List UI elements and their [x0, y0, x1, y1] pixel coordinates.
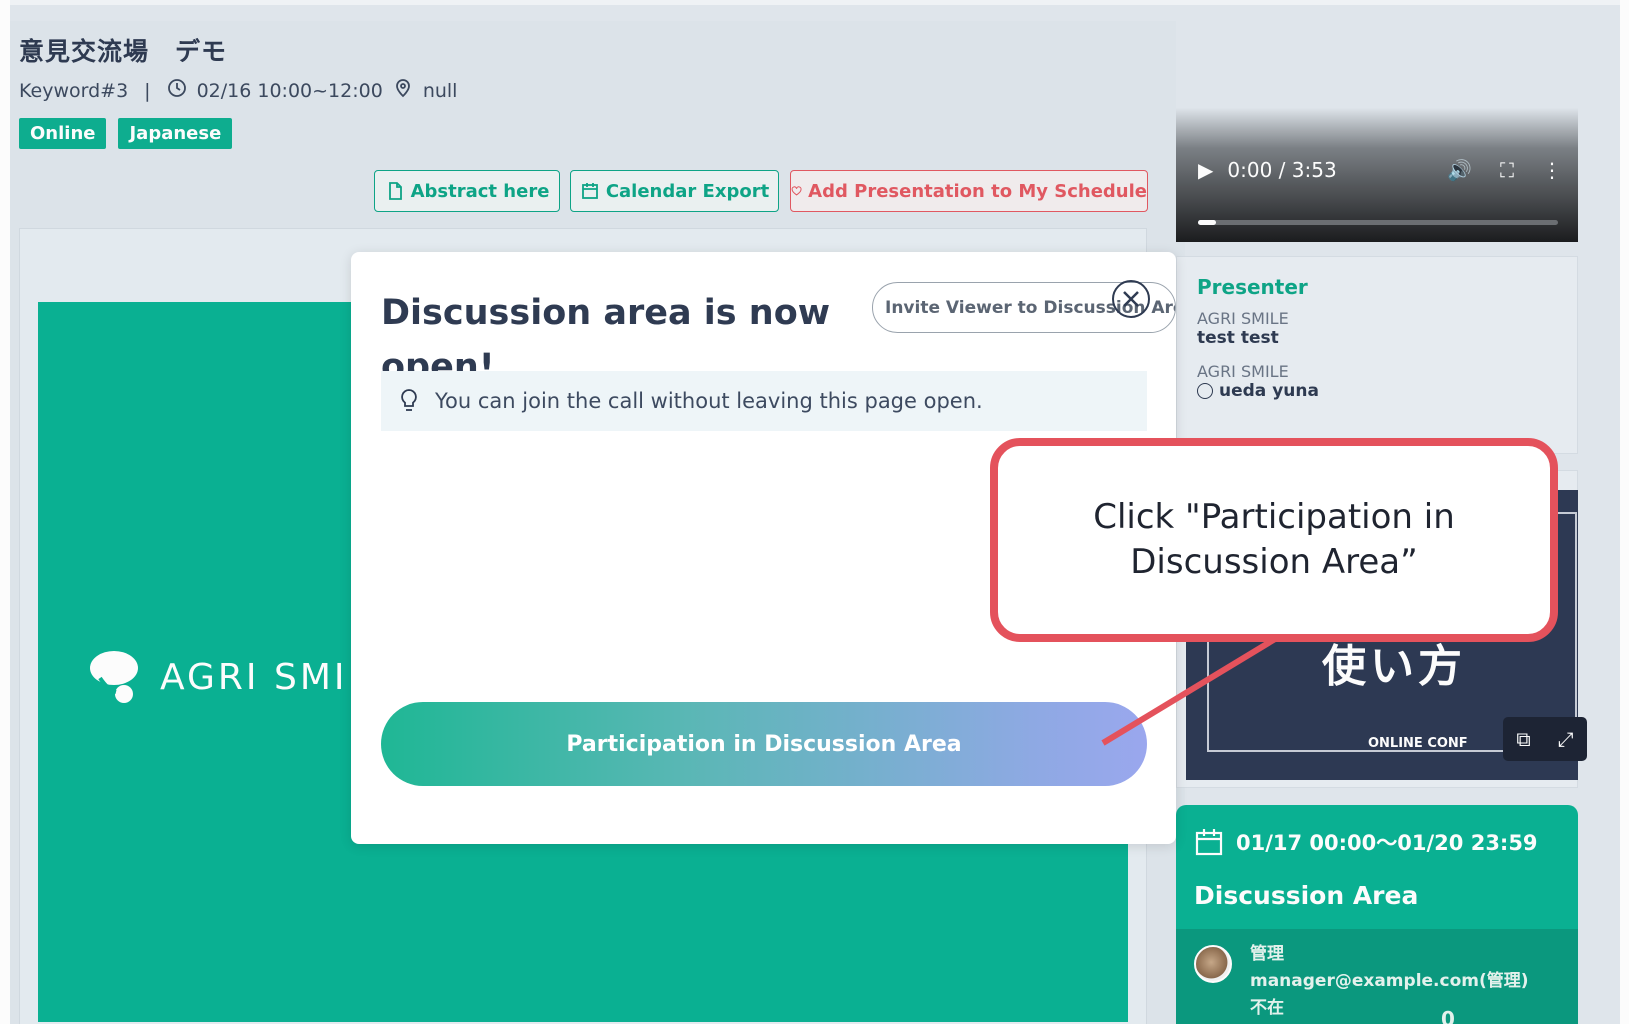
close-icon[interactable]	[1112, 280, 1150, 318]
callout-text: Click "Participation in Discussion Area”	[1093, 497, 1455, 582]
hint-text: You can join the call without leaving th…	[435, 389, 983, 413]
abstract-button[interactable]: Abstract here	[374, 170, 560, 212]
expand-icon[interactable]: ⤢	[1558, 727, 1574, 751]
thumbnail-controls: ⧉ ⤢	[1503, 717, 1587, 761]
presenter-name: ueda yuna	[1197, 381, 1557, 401]
participation-in-discussion-area-button[interactable]: Participation in Discussion Area	[381, 702, 1147, 786]
join-button-label: Participation in Discussion Area	[566, 731, 962, 757]
meta-separator: |	[144, 79, 151, 102]
document-icon	[388, 182, 402, 200]
clock-icon	[167, 78, 187, 103]
presenter-status-icon	[1197, 383, 1213, 399]
add-to-schedule-label: Add Presentation to My Schedule	[808, 180, 1147, 202]
calendar-export-button[interactable]: Calendar Export	[570, 170, 779, 212]
lightbulb-icon	[401, 389, 417, 411]
discussion-area-card[interactable]: 01/17 00:00〜01/20 23:59 Discussion Area …	[1176, 805, 1578, 1024]
video-player[interactable]: ▶ 0:00 / 3:53 🔊 ⛶ ⋮	[1176, 18, 1578, 242]
picture-in-picture-icon[interactable]: ⧉	[1516, 727, 1530, 751]
instruction-callout: Click "Participation in Discussion Area”	[990, 438, 1558, 642]
session-tags: Online Japanese	[19, 118, 233, 149]
heart-icon	[791, 186, 802, 196]
location-pin-icon	[393, 78, 413, 103]
session-datetime: 02/16 10:00~12:00	[196, 79, 383, 102]
video-progress-bar[interactable]	[1198, 220, 1558, 225]
presenter-heading: Presenter	[1197, 275, 1308, 299]
more-options-icon[interactable]: ⋮	[1542, 158, 1562, 182]
presenter-name-text: ueda yuna	[1219, 381, 1319, 401]
discussion-participant: 管理 manager@example.com(管理)不在 0	[1176, 929, 1578, 1024]
avatar	[1194, 945, 1232, 983]
tag-online: Online	[19, 118, 107, 149]
discussion-period: 01/17 00:00〜01/20 23:59	[1194, 827, 1538, 857]
play-icon[interactable]: ▶	[1198, 158, 1213, 182]
tag-language: Japanese	[118, 118, 233, 149]
session-location: null	[422, 79, 458, 102]
participant-count: 0	[1441, 1007, 1455, 1024]
discussion-area-title: Discussion Area	[1194, 881, 1419, 910]
video-time: 0:00 / 3:53	[1227, 158, 1337, 182]
calendar-icon	[1195, 829, 1223, 856]
agri-smile-logo: AGRI SMI	[86, 648, 348, 706]
presenter-card: Presenter AGRI SMILE test test AGRI SMIL…	[1176, 256, 1578, 454]
presenter-org: AGRI SMILE	[1197, 309, 1289, 328]
keyword-label: Keyword#3	[19, 79, 129, 102]
leaf-logo-icon	[90, 651, 138, 703]
calendar-export-label: Calendar Export	[605, 180, 770, 202]
session-meta: Keyword#3 | 02/16 10:00~12:00 null	[19, 78, 457, 103]
presenter-name: test test	[1197, 328, 1557, 348]
presenter-name-text: test test	[1197, 328, 1279, 348]
calendar-icon	[581, 183, 598, 199]
participant-name: 管理 manager@example.com(管理)不在	[1250, 944, 1529, 1018]
video-progress-fill	[1198, 220, 1216, 225]
presenter-org: AGRI SMILE	[1197, 362, 1289, 381]
page-title: 意見交流場 デモ	[19, 37, 228, 66]
agri-logo-text: AGRI SMI	[160, 656, 348, 698]
add-to-schedule-button[interactable]: Add Presentation to My Schedule	[790, 170, 1148, 212]
volume-icon[interactable]: 🔊	[1447, 158, 1472, 182]
discussion-period-text: 01/17 00:00〜01/20 23:59	[1236, 831, 1538, 855]
online-conf-logo: ONLINE CONF	[1362, 737, 1474, 750]
hint-banner: You can join the call without leaving th…	[381, 371, 1147, 431]
video-controls: ▶ 0:00 / 3:53 🔊 ⛶ ⋮	[1198, 158, 1562, 182]
fullscreen-icon[interactable]: ⛶	[1500, 158, 1514, 182]
abstract-button-label: Abstract here	[410, 180, 550, 202]
